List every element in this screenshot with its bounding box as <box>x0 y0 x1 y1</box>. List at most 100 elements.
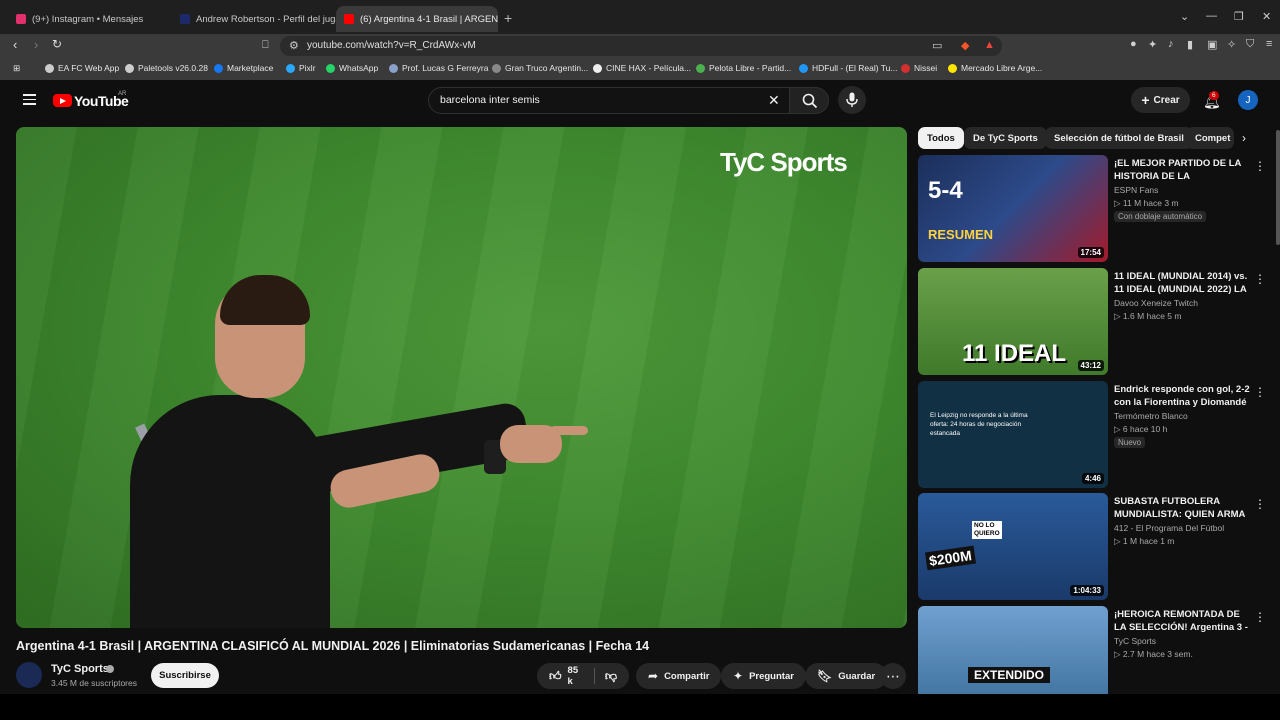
channel-name[interactable]: ESPN Fans <box>1114 185 1158 195</box>
recommendation-item[interactable]: 11 IDEAL 43:12 11 IDEAL (MUNDIAL 2014) v… <box>918 268 1268 376</box>
recommendation-item[interactable]: El Leipzig no responde a la última ofert… <box>918 381 1268 489</box>
channel-name[interactable]: TyC Sports <box>1114 636 1156 646</box>
reload-icon[interactable]: ↻ <box>52 37 62 51</box>
cast-icon[interactable]: ▭ <box>932 39 942 52</box>
more-vert-icon[interactable]: ⋮ <box>1254 272 1266 286</box>
bookmark-icon[interactable]: ⎕ <box>262 39 269 52</box>
chip-compet[interactable]: Compet <box>1186 127 1234 149</box>
dislike-icon[interactable]: 👎︎ <box>605 669 617 684</box>
save-button[interactable]: 🔖︎ Guardar <box>805 663 888 689</box>
wallet-icon[interactable]: ▣ <box>1207 38 1217 51</box>
tab-youtube-active[interactable]: (6) Argentina 4-1 Brasil | ARGEN ✕ <box>336 6 498 32</box>
avatar[interactable]: J <box>1238 90 1258 110</box>
like-count[interactable]: 85 k <box>568 665 584 687</box>
video-title[interactable]: ¡EL MEJOR PARTIDO DE LA HISTORIA DE LA C… <box>1114 157 1252 183</box>
tab-list-icon[interactable]: ⌄ <box>1180 10 1189 23</box>
more-vert-icon[interactable]: ⋮ <box>1254 497 1266 511</box>
tab-label: (9+) Instagram • Mensajes <box>32 13 144 25</box>
video-thumbnail[interactable]: 5-4 RESUMEN 17:54 <box>918 155 1108 262</box>
bookmark-pixlr[interactable]: Pixlr <box>286 63 316 73</box>
dubbing-badge: Con doblaje automático <box>1114 211 1207 222</box>
recommendation-item[interactable]: EXTENDIDO ¡HEROICA REMONTADA DE LA SELEC… <box>918 606 1268 694</box>
facebook-icon <box>214 63 223 73</box>
video-meta: ▷ 11 M hace 3 m <box>1114 198 1179 208</box>
video-title[interactable]: 11 IDEAL (MUNDIAL 2014) vs. 11 IDEAL (MU… <box>1114 270 1252 296</box>
channel-name[interactable]: Termómetro Blanco <box>1114 411 1188 421</box>
more-actions-icon[interactable]: ⋯ <box>880 663 906 689</box>
minimize-icon[interactable]: — <box>1206 10 1217 22</box>
brave-shield-icon[interactable]: ◆ <box>961 39 969 52</box>
url-text[interactable]: youtube.com/watch?v=R_CrdAWx-vM <box>307 40 476 51</box>
back-icon[interactable]: ‹ <box>13 37 17 52</box>
recommendation-item[interactable]: 5-4 RESUMEN 17:54 ¡EL MEJOR PARTIDO DE L… <box>918 155 1268 263</box>
apps-icon[interactable]: ⊞ <box>13 63 20 74</box>
search-button[interactable] <box>789 87 829 114</box>
site-info-icon[interactable]: ⚙ <box>289 39 299 52</box>
bookmark-hdfull[interactable]: HDFull - (El Real) Tu... <box>799 63 898 73</box>
new-tab-button[interactable]: + <box>504 10 512 26</box>
bookmark-whatsapp[interactable]: WhatsApp <box>326 63 378 73</box>
chip-todos[interactable]: Todos <box>918 127 964 149</box>
tab-label: (6) Argentina 4-1 Brasil | ARGEN <box>360 13 498 25</box>
scrollbar[interactable] <box>1276 130 1280 245</box>
share-button[interactable]: ➦ Compartir <box>636 663 722 689</box>
ask-button[interactable]: ✦ Preguntar <box>721 663 806 689</box>
bookmark-paletools[interactable]: Paletools v26.0.28 <box>125 63 208 73</box>
forward-icon[interactable]: › <box>34 37 38 52</box>
restore-icon[interactable]: ❐ <box>1234 10 1244 23</box>
clear-search-icon[interactable]: ✕ <box>768 92 780 109</box>
channel-name[interactable]: TyC Sports <box>51 663 109 675</box>
bookmark-pelota-libre[interactable]: Pelota Libre - Partid... <box>696 63 791 73</box>
sidebar-icon[interactable]: ▮ <box>1187 38 1193 51</box>
video-thumbnail[interactable]: El Leipzig no responde a la última ofert… <box>918 381 1108 488</box>
thumbnail-score: 5-4 <box>928 177 963 204</box>
video-title[interactable]: ¡HEROICA REMONTADA DE LA SELECCIÓN! Arge… <box>1114 608 1252 634</box>
bookmark-cine-hax[interactable]: CINE HAX - Película... <box>593 63 691 73</box>
recommendation-item[interactable]: $200M NO LO QUIERO 1:04:33 SUBASTA FUTBO… <box>918 493 1268 601</box>
like-icon[interactable]: 👍︎ <box>549 669 562 684</box>
bookmark-nissei[interactable]: Nissei <box>901 63 937 73</box>
hamburger-menu-icon[interactable] <box>23 94 36 105</box>
video-meta: ▷ 1 M hace 1 m <box>1114 536 1175 546</box>
leo-icon[interactable]: ✧ <box>1227 38 1236 51</box>
video-thumbnail[interactable]: 11 IDEAL 43:12 <box>918 268 1108 375</box>
rewards-icon[interactable]: ▲ <box>984 39 995 51</box>
more-vert-icon[interactable]: ⋮ <box>1254 610 1266 624</box>
bookmark-mercado-libre[interactable]: Mercado Libre Arge... <box>948 63 1042 73</box>
more-vert-icon[interactable]: ⋮ <box>1254 159 1266 173</box>
video-thumbnail[interactable]: $200M NO LO QUIERO 1:04:33 <box>918 493 1108 600</box>
thumbnail-caption: El Leipzig no responde a la última ofert… <box>930 412 1028 437</box>
video-title[interactable]: Endrick responde con gol, 2-2 con la Fio… <box>1114 383 1252 409</box>
chip-seleccion-brasil[interactable]: Selección de fútbol de Brasil <box>1045 127 1193 149</box>
voice-search-button[interactable] <box>838 86 866 114</box>
chip-tyc-sports[interactable]: De TyC Sports <box>964 127 1047 149</box>
search-query[interactable]: barcelona inter semis <box>440 94 540 106</box>
more-vert-icon[interactable]: ⋮ <box>1254 385 1266 399</box>
create-button[interactable]: + Crear <box>1131 87 1190 113</box>
channel-avatar[interactable] <box>16 662 42 688</box>
youtube-logo-icon[interactable] <box>53 94 72 107</box>
video-thumbnail[interactable]: EXTENDIDO <box>918 606 1108 694</box>
music-icon[interactable]: ♪ <box>1168 38 1174 50</box>
pixlr-icon <box>286 63 295 73</box>
subscribe-button[interactable]: Suscribirse <box>151 663 219 688</box>
bookmark-ea-fc[interactable]: EA FC Web App <box>45 63 119 73</box>
menu-icon[interactable]: ≡ <box>1266 38 1272 50</box>
chevron-right-icon[interactable]: › <box>1242 131 1246 145</box>
tab-instagram[interactable]: (9+) Instagram • Mensajes <box>8 6 172 32</box>
vpn-icon[interactable]: ⛉ <box>1246 38 1254 51</box>
tab-label: Andrew Robertson - Perfil del jugado <box>196 13 336 25</box>
video-title[interactable]: SUBASTA FUTBOLERA MUNDIALISTA: QUIEN ARM… <box>1114 495 1252 521</box>
bookmark-marketplace[interactable]: Marketplace <box>214 63 273 73</box>
window-close-icon[interactable]: ✕ <box>1262 10 1271 23</box>
tab-andrew-robertson[interactable]: Andrew Robertson - Perfil del jugado <box>172 6 336 32</box>
bookmark-gran-truco[interactable]: Gran Truco Argentin... <box>492 63 588 73</box>
sparkle-icon: ✦ <box>733 669 744 683</box>
channel-name[interactable]: Davoo Xeneize Twitch <box>1114 298 1198 308</box>
like-dislike-group: 👍︎ 85 k 👎︎ <box>537 663 629 689</box>
extension-icon[interactable]: ● <box>1130 38 1137 50</box>
bookmark-prof-lucas[interactable]: Prof. Lucas G Ferreyra <box>389 63 488 73</box>
channel-name[interactable]: 412 - El Programa Del Fútbol <box>1114 523 1224 533</box>
puzzle-icon[interactable]: ✦ <box>1148 38 1157 51</box>
ea-icon <box>45 63 54 73</box>
